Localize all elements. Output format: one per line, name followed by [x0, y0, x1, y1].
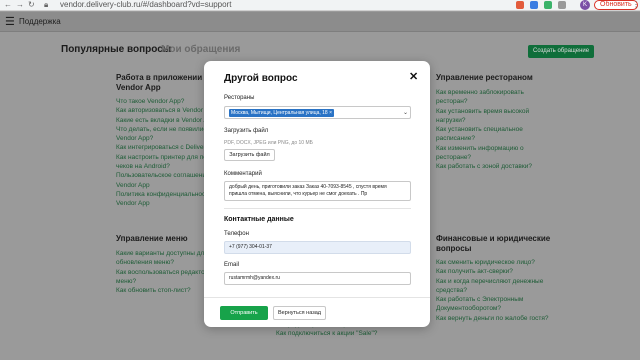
help-link[interactable]: Как и когда перечисляют денежные [436, 277, 549, 286]
lock-icon[interactable]: 🔒︎ [44, 0, 48, 10]
help-link[interactable]: ресторане? [436, 153, 532, 162]
help-link[interactable]: Как подключиться к акции "Sale"? [276, 329, 377, 338]
more-vertical-icon[interactable]: ⋮ [632, 0, 640, 10]
profile-avatar[interactable]: K [580, 0, 590, 10]
help-link[interactable]: Как сменить юридическое лицо? [436, 258, 549, 267]
help-link[interactable]: Как вернуть деньги по жалобе гостя? [436, 314, 549, 323]
create-request-button[interactable]: Создать обращение [528, 45, 595, 58]
upload-hint: PDF, DOCX, JPEG или PNG, до 10 МБ [224, 140, 313, 146]
browser-toolbar: ← → ↻ 🔒︎ vendor.delivery-club.ru/#/dashb… [0, 0, 640, 11]
back-arrow-icon[interactable]: ← [4, 0, 12, 10]
back-button[interactable]: Вернуться назад [273, 306, 326, 320]
other-question-modal: Другой вопрос ✕ Рестораны Москва, Мытищи… [204, 61, 430, 327]
section-title-app-work: Работа в приложении Vendor App [116, 73, 203, 92]
menu-links: Какие варианты доступны для обновления ме… [116, 249, 208, 295]
phone-label: Телефон [224, 231, 249, 237]
email-label: Email [224, 262, 240, 268]
help-link[interactable]: Как воспользоваться редактор [116, 268, 208, 277]
help-link[interactable]: Как работать с зоной доставки? [436, 162, 532, 171]
submit-button[interactable]: Отправить [220, 306, 268, 320]
section-title-restaurant: Управление рестораном [436, 73, 533, 82]
modal-title: Другой вопрос [224, 73, 298, 84]
reload-icon[interactable]: ↻ [28, 0, 35, 10]
contacts-title: Контактные данные [224, 216, 294, 223]
app-title: Поддержка [19, 17, 61, 26]
email-field[interactable]: rustamrmh@yandex.ru [224, 272, 411, 285]
help-link[interactable]: ресторан? [436, 97, 532, 106]
help-link[interactable]: Как установить специальное [436, 125, 532, 134]
tab-my-requests[interactable]: Мои обращения [161, 44, 240, 55]
comment-label: Комментарий [224, 171, 262, 177]
close-icon[interactable]: ✕ [409, 70, 418, 83]
menu-icon[interactable]: ☰ [5, 15, 15, 28]
section-title-menu: Управление меню [116, 234, 188, 243]
restaurant-links: Как временно заблокировать ресторан? Как у… [436, 88, 532, 172]
upload-label: Загрузить файл [224, 128, 269, 134]
help-link[interactable]: обновления меню? [116, 258, 208, 267]
help-link[interactable]: Как работать с Электронным [436, 295, 549, 304]
phone-field[interactable]: +7 (977) 304-01-37 [224, 241, 411, 254]
comment-textarea[interactable]: добрый день, приготовили заказ Заказ 40-… [224, 181, 411, 201]
help-link[interactable]: Как получить акт-сверки? [436, 267, 549, 276]
help-link[interactable]: Как временно заблокировать [436, 88, 532, 97]
help-link[interactable]: расписание? [436, 134, 532, 143]
help-link[interactable]: Как изменить информацию о [436, 144, 532, 153]
address-bar[interactable]: vendor.delivery-club.ru/#/dashboard?vd=s… [60, 0, 231, 10]
help-link[interactable]: нагрузки? [436, 116, 532, 125]
restaurants-select[interactable]: Москва, Мытищи, Центральная улица, 18 × … [224, 106, 411, 119]
help-link[interactable]: меню? [116, 277, 208, 286]
forward-arrow-icon[interactable]: → [16, 0, 24, 10]
help-link[interactable]: Какие варианты доступны для [116, 249, 208, 258]
upload-file-button[interactable]: Загрузить файл [224, 149, 275, 161]
help-link[interactable]: средства? [436, 286, 549, 295]
chevron-down-icon[interactable]: ⌄ [403, 109, 408, 116]
tab-popular-questions[interactable]: Популярные вопросы [61, 44, 171, 55]
puzzle-icon[interactable] [558, 1, 566, 9]
extension-icon[interactable] [530, 1, 538, 9]
restaurants-label: Рестораны [224, 95, 255, 101]
divider [224, 208, 411, 209]
extension-icon[interactable] [516, 1, 524, 9]
extension-icon[interactable] [544, 1, 552, 9]
section-title-finance: Финансовые и юридические вопросы [436, 234, 551, 253]
app-header: ☰ Поддержка [0, 12, 640, 32]
finance-links: Как сменить юридическое лицо? Как получит… [436, 258, 549, 323]
footer-divider [204, 297, 430, 298]
restaurant-chip[interactable]: Москва, Мытищи, Центральная улица, 18 × [229, 109, 335, 117]
help-link[interactable]: Документооборотом? [436, 304, 549, 313]
help-link[interactable]: Как обновить стоп-лист? [116, 286, 208, 295]
help-link[interactable]: Как установить время высокой [436, 107, 532, 116]
